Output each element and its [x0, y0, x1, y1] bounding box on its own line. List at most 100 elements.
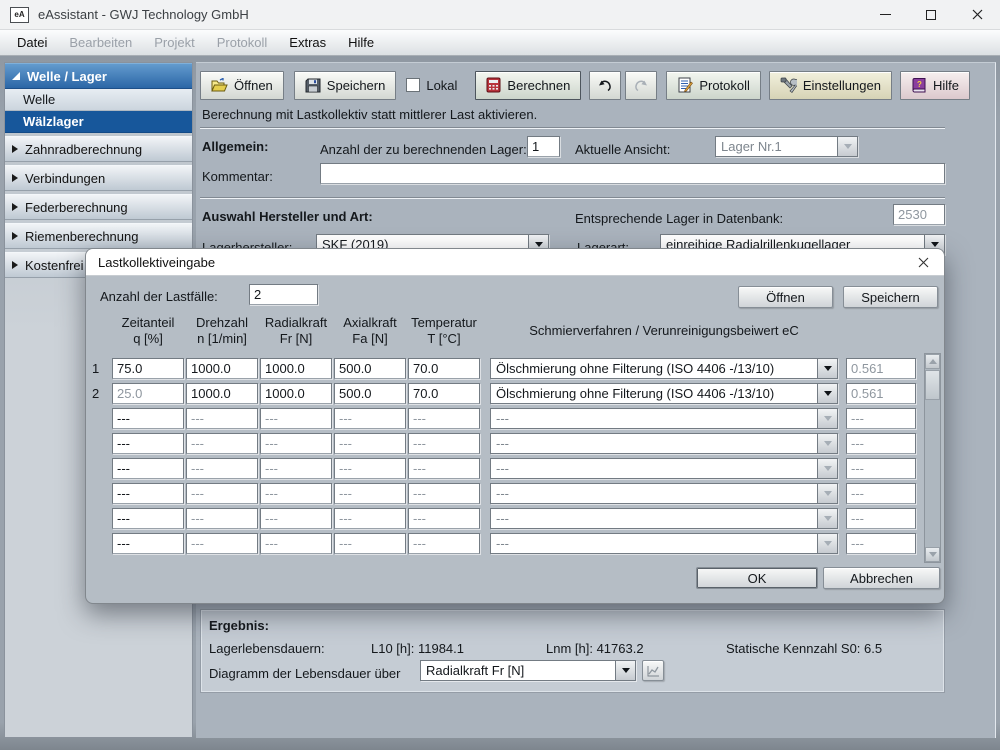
scrollbar-thumb[interactable] — [925, 370, 940, 400]
cancel-button[interactable]: Abbrechen — [823, 567, 940, 589]
undo-button[interactable] — [589, 71, 621, 100]
datenbank-label: Entsprechende Lager in Datenbank: — [575, 211, 783, 226]
fa-input[interactable]: 500.0 — [334, 383, 406, 404]
t-input[interactable]: 70.0 — [408, 383, 480, 404]
anzahl-lager-input[interactable] — [527, 136, 560, 157]
chevron-down-icon — [824, 516, 832, 521]
schmierverfahren-select[interactable]: Ölschmierung ohne Filterung (ISO 4406 -/… — [490, 383, 838, 404]
sidebar-item-waelzlager[interactable]: Wälzlager — [5, 111, 192, 133]
help-button[interactable]: ? Hilfe — [900, 71, 970, 100]
table-scrollbar[interactable] — [924, 353, 941, 563]
table-row: 2 25.0 1000.0 1000.0 500.0 70.0 Ölschmie… — [90, 382, 916, 404]
col-zeitanteil: Zeitanteilq [%] — [112, 315, 184, 347]
dropdown-button[interactable] — [817, 358, 838, 379]
minimize-button[interactable] — [862, 0, 908, 30]
q-input[interactable]: --- — [112, 508, 184, 529]
n-input[interactable]: 1000.0 — [186, 383, 258, 404]
col-temperatur: TemperaturT [°C] — [408, 315, 480, 347]
fa-input: --- — [334, 508, 406, 529]
collapsed-arrow-icon — [12, 232, 18, 240]
sidebar-item-verbindungen[interactable]: Verbindungen — [5, 165, 192, 191]
kommentar-label: Kommentar: — [202, 169, 273, 184]
help-button-label: Hilfe — [933, 78, 959, 93]
t-input: --- — [408, 483, 480, 504]
maximize-icon — [926, 10, 936, 20]
menu-extras[interactable]: Extras — [278, 31, 337, 54]
lokal-checkbox[interactable] — [406, 78, 420, 92]
open-button[interactable]: Öffnen — [200, 71, 284, 100]
fr-input: --- — [260, 483, 332, 504]
sidebar-item-riemenberechnung[interactable]: Riemenberechnung — [5, 223, 192, 249]
dropdown-button — [817, 433, 838, 454]
q-input[interactable]: --- — [112, 408, 184, 429]
dialog-save-button[interactable]: Speichern — [843, 286, 938, 308]
svg-text:?: ? — [917, 80, 922, 89]
auswahl-heading: Auswahl Hersteller und Art: — [202, 209, 373, 224]
expanded-arrow-icon — [12, 72, 20, 80]
maximize-button[interactable] — [908, 0, 954, 30]
n-input: --- — [186, 483, 258, 504]
schmierverfahren-select[interactable]: Ölschmierung ohne Filterung (ISO 4406 -/… — [490, 358, 838, 379]
lastfaelle-input[interactable] — [249, 284, 318, 305]
dropdown-button — [817, 508, 838, 529]
dialog-open-button[interactable]: Öffnen — [738, 286, 833, 308]
col-schmierverfahren: Schmierverfahren / Verunreinigungsbeiwer… — [490, 315, 838, 347]
settings-button[interactable]: Einstellungen — [769, 71, 892, 100]
menu-protokoll: Protokoll — [206, 31, 279, 54]
ec-field: --- — [846, 533, 916, 554]
anzahl-lager-label: Anzahl der zu berechnenden Lager: — [320, 142, 527, 157]
fa-input[interactable]: 500.0 — [334, 358, 406, 379]
sidebar-item-label: Zahnradberechnung — [25, 142, 142, 157]
separator — [200, 197, 945, 199]
fa-input: --- — [334, 483, 406, 504]
protocol-button[interactable]: Protokoll — [666, 71, 761, 100]
save-button[interactable]: Speichern — [294, 71, 397, 100]
collapsed-arrow-icon — [12, 174, 18, 182]
q-input[interactable]: --- — [112, 533, 184, 554]
fr-input: --- — [260, 533, 332, 554]
aktuelle-ansicht-label: Aktuelle Ansicht: — [575, 142, 670, 157]
calculate-button[interactable]: Berechnen — [475, 71, 581, 100]
q-input[interactable]: 25.0 — [112, 383, 184, 404]
menu-hilfe[interactable]: Hilfe — [337, 31, 385, 54]
sidebar-item-welle[interactable]: Welle — [5, 89, 192, 111]
q-input[interactable]: 75.0 — [112, 358, 184, 379]
sidebar-item-welle-lager[interactable]: Welle / Lager — [5, 63, 192, 89]
sidebar-item-label: Welle — [23, 92, 55, 107]
table-row: --- --- --- --- --- --- --- — [90, 507, 916, 529]
t-input: --- — [408, 408, 480, 429]
sidebar-item-federberechnung[interactable]: Federberechnung — [5, 194, 192, 220]
menu-datei[interactable]: Datei — [6, 31, 58, 54]
q-input[interactable]: --- — [112, 483, 184, 504]
chevron-down-icon — [824, 466, 832, 471]
scroll-down-button[interactable] — [925, 547, 940, 562]
close-button[interactable] — [954, 0, 1000, 30]
diagramm-select[interactable]: Radialkraft Fr [N] — [420, 660, 636, 681]
dialog-close-button[interactable] — [914, 253, 932, 271]
dropdown-button[interactable] — [615, 660, 636, 681]
fr-input[interactable]: 1000.0 — [260, 358, 332, 379]
fr-input[interactable]: 1000.0 — [260, 383, 332, 404]
fr-input: --- — [260, 458, 332, 479]
close-icon — [918, 257, 929, 268]
ec-field: --- — [846, 433, 916, 454]
n-input[interactable]: 1000.0 — [186, 358, 258, 379]
app-icon: eA — [10, 7, 29, 23]
t-input[interactable]: 70.0 — [408, 358, 480, 379]
ec-field: --- — [846, 408, 916, 429]
scroll-up-button[interactable] — [925, 354, 940, 369]
kommentar-input[interactable] — [320, 163, 945, 184]
redo-button — [625, 71, 657, 100]
ok-button[interactable]: OK — [696, 567, 818, 589]
sidebar-item-zahnradberechnung[interactable]: Zahnradberechnung — [5, 136, 192, 162]
table-row: --- --- --- --- --- --- --- — [90, 457, 916, 479]
dropdown-button — [837, 136, 858, 157]
dropdown-button[interactable] — [817, 383, 838, 404]
q-input[interactable]: --- — [112, 458, 184, 479]
ec-field: 0.561 — [846, 383, 916, 404]
q-input[interactable]: --- — [112, 433, 184, 454]
diagramm-chart-button[interactable] — [642, 660, 664, 681]
lokal-checkbox-group: Lokal — [406, 78, 457, 93]
window-titlebar: eA eAssistant - GWJ Technology GmbH — [0, 0, 1000, 30]
chevron-down-icon — [535, 242, 543, 247]
